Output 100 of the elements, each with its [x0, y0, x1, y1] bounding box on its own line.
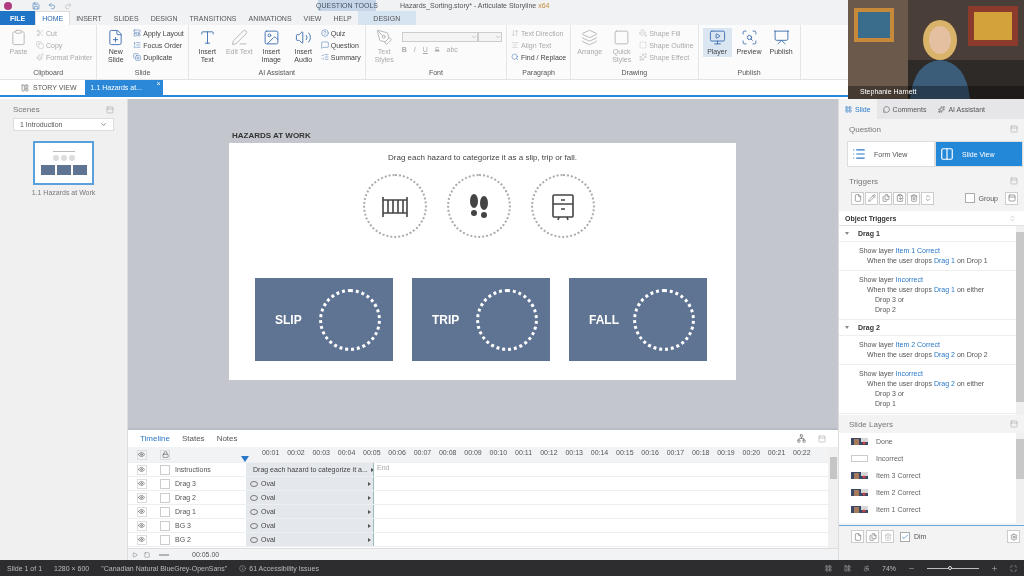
scissors-icon [36, 29, 44, 37]
eye-toggle[interactable] [136, 492, 147, 503]
play-icon[interactable] [132, 551, 138, 558]
question-circle-icon [320, 29, 329, 37]
redo-icon[interactable] [64, 1, 72, 10]
save-icon[interactable] [32, 1, 40, 10]
lock-checkbox[interactable] [160, 492, 170, 503]
font-name-field[interactable] [401, 32, 479, 42]
paintbrush-icon [36, 53, 44, 61]
story-view-icon [21, 83, 29, 92]
trash-icon [909, 194, 918, 202]
app-icon [4, 1, 12, 10]
check-icon [901, 532, 909, 541]
panel-tab[interactable]: Notes [216, 434, 238, 443]
delete-button[interactable] [907, 191, 920, 205]
pencil-icon [867, 194, 876, 202]
undo-icon[interactable] [48, 1, 56, 10]
panel-tab[interactable]: Timeline [140, 434, 170, 443]
caret-icon [100, 121, 107, 128]
image-icon [262, 29, 280, 46]
drag-item[interactable] [530, 174, 595, 238]
move-button[interactable] [921, 191, 934, 205]
pen-icon [230, 29, 248, 46]
eye-icon [138, 522, 145, 529]
scrollbar-thumb[interactable] [829, 457, 837, 479]
lock-checkbox[interactable] [160, 534, 170, 545]
hierarchy-icon[interactable] [797, 434, 806, 443]
panel-tab[interactable]: States [181, 434, 205, 443]
text-icon [198, 29, 216, 46]
eye-icon [138, 494, 145, 501]
drop-label: FALL [589, 312, 619, 327]
magnifier-icon [740, 29, 758, 46]
paste-button[interactable] [893, 191, 906, 205]
slide-thumbnail[interactable] [33, 141, 94, 185]
duplicate-icon [133, 53, 142, 61]
fit-icon[interactable] [1010, 564, 1017, 572]
drag-item[interactable] [446, 174, 511, 238]
grid-icon[interactable] [825, 564, 832, 572]
page-icon [853, 532, 862, 541]
eye-icon [138, 508, 145, 515]
copy-icon [868, 532, 877, 541]
variables-button[interactable] [1005, 191, 1018, 205]
edit-button[interactable] [865, 191, 878, 205]
list-icon [133, 41, 142, 49]
eye-toggle[interactable] [136, 520, 147, 531]
new-layer-button[interactable] [851, 530, 864, 543]
group-checkbox[interactable] [964, 193, 975, 203]
lock-checkbox[interactable] [160, 520, 170, 531]
window-icon [1007, 194, 1016, 202]
paint-bucket-icon [639, 29, 648, 37]
zoom-in-icon[interactable] [991, 564, 998, 572]
layout-icon [133, 29, 142, 37]
monitor-icon [708, 29, 726, 46]
speech-bubble-icon [882, 105, 890, 113]
drop-ring [633, 288, 695, 351]
drop-label: TRIP [432, 312, 460, 327]
scrollbar-thumb[interactable] [1016, 232, 1024, 402]
search-icon [511, 53, 520, 61]
scrollbar-thumb[interactable] [1016, 439, 1024, 479]
eye-icon [138, 480, 145, 487]
collapse-icon[interactable] [1009, 214, 1016, 222]
panel-title: Scenes [13, 105, 40, 114]
sparkles-icon [639, 53, 648, 61]
eye-toggle[interactable] [136, 534, 147, 545]
speaker-icon [294, 29, 312, 46]
lock-icon [161, 451, 169, 458]
copy-icon [881, 194, 890, 202]
grid-icon [845, 105, 852, 113]
lock-button[interactable] [160, 449, 170, 460]
eye-toggle[interactable] [136, 478, 147, 489]
eye-toggle[interactable] [136, 506, 147, 517]
layout-icon[interactable] [844, 564, 851, 572]
slider-thumb[interactable] [948, 565, 953, 570]
clipboard-icon [895, 194, 904, 202]
up-down-icon [923, 194, 932, 202]
lock-checkbox[interactable] [160, 478, 170, 489]
page-icon [853, 194, 862, 202]
drag-item[interactable] [362, 174, 427, 238]
eye-toggle[interactable] [136, 464, 147, 475]
duplicate-layer-button[interactable] [866, 530, 879, 543]
section-title: Question [849, 124, 882, 134]
copy-icon [36, 41, 44, 49]
settings-button[interactable] [1007, 530, 1020, 543]
new-trigger-button[interactable] [851, 191, 864, 205]
lock-checkbox[interactable] [160, 506, 170, 517]
drop-ring [319, 288, 381, 351]
eye-button[interactable] [136, 449, 147, 460]
drop-ring [476, 288, 538, 351]
square-icon [613, 29, 631, 46]
pen-icon [375, 29, 393, 46]
eye-icon [138, 536, 145, 543]
font-size-field[interactable] [478, 32, 503, 42]
info-icon[interactable] [239, 564, 247, 572]
dim-checkbox[interactable] [900, 531, 910, 542]
stop-icon[interactable] [144, 551, 150, 558]
clipboard-icon [10, 29, 27, 46]
accessibility-icon[interactable] [863, 564, 870, 572]
copy-button[interactable] [879, 191, 892, 205]
delete-layer-button[interactable] [881, 530, 894, 543]
lock-checkbox[interactable] [160, 464, 170, 475]
